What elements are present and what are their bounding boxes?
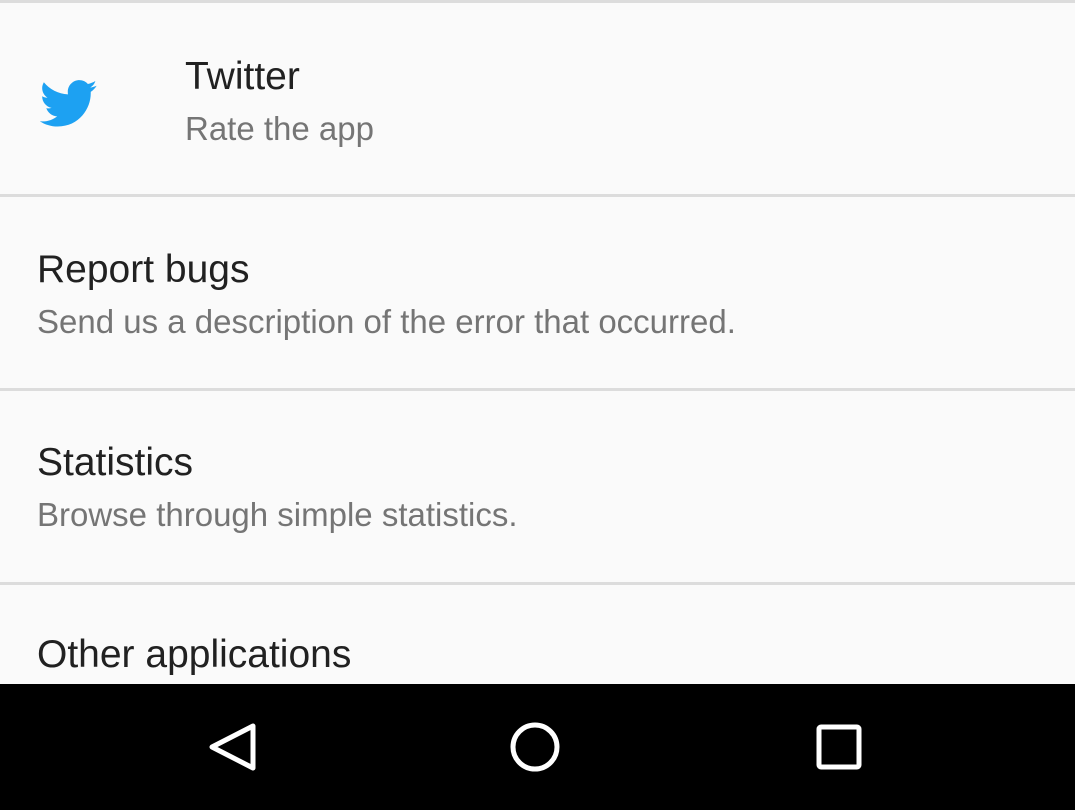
- settings-list[interactable]: Twitter Rate the app Report bugs Send us…: [0, 0, 1075, 684]
- twitter-bird-icon: [40, 80, 98, 127]
- list-item-other-applications[interactable]: Other applications: [0, 585, 1075, 684]
- item-title: Statistics: [37, 441, 194, 484]
- screen: Twitter Rate the app Report bugs Send us…: [0, 0, 1075, 810]
- item-summary: Browse through simple statistics.: [37, 496, 518, 533]
- item-title: Report bugs: [37, 248, 250, 291]
- item-title: Other applications: [37, 633, 352, 676]
- home-icon[interactable]: [500, 714, 570, 780]
- list-item-report-bugs[interactable]: Report bugs Send us a description of the…: [0, 197, 1075, 388]
- item-summary: Send us a description of the error that …: [37, 303, 736, 340]
- item-summary: Rate the app: [185, 110, 374, 147]
- recents-icon[interactable]: [804, 714, 874, 780]
- item-title: Twitter: [185, 55, 300, 98]
- navigation-bar: [0, 684, 1075, 810]
- list-item-twitter[interactable]: Twitter Rate the app: [0, 3, 1075, 194]
- list-item-statistics[interactable]: Statistics Browse through simple statist…: [0, 391, 1075, 582]
- back-icon[interactable]: [198, 714, 268, 780]
